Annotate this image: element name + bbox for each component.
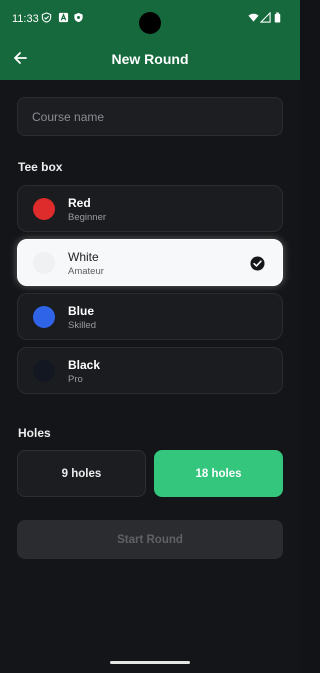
status-time: 11:33 bbox=[12, 13, 39, 25]
tee-name: Black bbox=[68, 358, 101, 372]
tee-color-swatch bbox=[33, 252, 55, 274]
shield-icon bbox=[74, 12, 83, 23]
tee-color-swatch bbox=[33, 360, 55, 382]
tee-level: Amateur bbox=[68, 266, 104, 277]
tee-option-white[interactable]: White Amateur bbox=[17, 239, 283, 286]
tee-level: Beginner bbox=[68, 212, 107, 223]
nine-holes-button[interactable]: 9 holes bbox=[17, 450, 146, 497]
check-circle-icon bbox=[250, 256, 265, 271]
tee-option-black[interactable]: Black Pro bbox=[17, 347, 283, 394]
tee-box-label: Tee box bbox=[18, 160, 63, 174]
tee-level: Skilled bbox=[68, 320, 96, 331]
tee-name: Blue bbox=[68, 304, 95, 318]
tee-name: White bbox=[68, 250, 99, 264]
start-round-button[interactable]: Start Round bbox=[17, 520, 283, 559]
app-bar: New Round bbox=[0, 36, 300, 80]
tee-level: Pro bbox=[68, 374, 83, 385]
shield-check-icon bbox=[41, 12, 52, 23]
cell-signal-icon bbox=[260, 12, 271, 23]
tee-name: Red bbox=[68, 196, 91, 210]
header: 11:33 New Round bbox=[0, 0, 300, 80]
wifi-icon bbox=[248, 13, 259, 22]
front-camera bbox=[139, 12, 161, 34]
tee-option-blue[interactable]: Blue Skilled bbox=[17, 293, 283, 340]
a-box-icon bbox=[58, 12, 69, 23]
status-bar: 11:33 bbox=[0, 0, 300, 36]
tee-option-red[interactable]: Red Beginner bbox=[17, 185, 283, 232]
eighteen-holes-button[interactable]: 18 holes bbox=[154, 450, 283, 497]
home-indicator[interactable] bbox=[110, 661, 190, 664]
page-title: New Round bbox=[111, 51, 189, 67]
course-name-input[interactable] bbox=[17, 97, 283, 136]
battery-icon bbox=[274, 12, 281, 23]
new-round-screen: 11:33 New Round Course name Tee box Red … bbox=[0, 0, 300, 673]
holes-label: Holes bbox=[18, 426, 51, 440]
tee-color-swatch bbox=[33, 306, 55, 328]
tee-color-swatch bbox=[33, 198, 55, 220]
